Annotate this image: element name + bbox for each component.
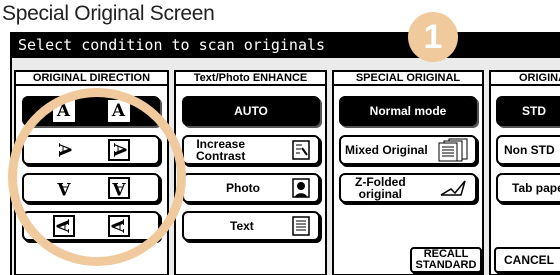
normal-mode-label: Normal mode bbox=[369, 104, 447, 118]
original-direction-heading: ORIGINAL DIRECTION bbox=[14, 70, 169, 86]
z-folded-original-button[interactable]: Z-Folded original bbox=[339, 173, 477, 203]
text-button[interactable]: Text bbox=[182, 211, 320, 241]
increase-contrast-button[interactable]: Increase Contrast bbox=[182, 135, 320, 165]
auto-label: AUTO bbox=[234, 104, 268, 118]
orientation-rotated-right-button[interactable]: A A bbox=[22, 211, 160, 241]
std-size-button[interactable]: STD bbox=[496, 96, 560, 126]
orientation-a-boxed-icon: A bbox=[107, 100, 130, 122]
orientation-rotated-left-button[interactable]: A A bbox=[22, 135, 160, 165]
orientation-right-a-icon: A bbox=[52, 215, 75, 237]
photo-portrait-icon bbox=[292, 178, 310, 198]
orientation-rotated-a-boxed-icon: A bbox=[107, 139, 130, 161]
tab-paper-button[interactable]: Tab paper bbox=[496, 173, 560, 203]
orientation-inverted-a-boxed-icon: A bbox=[107, 177, 130, 199]
normal-mode-button[interactable]: Normal mode bbox=[339, 96, 477, 126]
control-panel-screen: Select condition to scan originals ORIGI… bbox=[10, 32, 560, 275]
photo-label: Photo bbox=[226, 181, 260, 195]
page-title: Special Original Screen bbox=[2, 2, 215, 25]
contrast-document-icon bbox=[292, 140, 310, 160]
increase-contrast-label: Increase Contrast bbox=[196, 137, 246, 163]
mixed-original-stack-icon bbox=[438, 138, 468, 162]
non-std-size-button[interactable]: Non STD bbox=[496, 135, 560, 165]
special-original-heading: SPECIAL ORIGINAL bbox=[332, 70, 484, 86]
orientation-upright-button[interactable]: A A bbox=[22, 96, 160, 126]
photo-button[interactable]: Photo bbox=[182, 173, 320, 203]
std-size-label: STD bbox=[522, 104, 546, 118]
text-photo-enhance-heading: Text/Photo ENHANCE bbox=[174, 70, 327, 86]
cancel-button[interactable]: CANCEL bbox=[494, 247, 560, 273]
orientation-a-icon: A bbox=[52, 100, 75, 122]
mixed-original-label: Mixed Original bbox=[345, 143, 428, 157]
recall-standard-button[interactable]: RECALL STANDARD bbox=[410, 247, 482, 273]
original-size-heading: ORIGINAL bbox=[489, 70, 560, 86]
orientation-right-a-boxed-icon: A bbox=[107, 215, 130, 237]
orientation-inverted-button[interactable]: A A bbox=[22, 173, 160, 203]
cancel-label: CANCEL bbox=[504, 252, 554, 267]
text-label: Text bbox=[230, 219, 254, 233]
tab-paper-label: Tab paper bbox=[512, 181, 560, 195]
z-fold-paper-icon bbox=[440, 180, 466, 196]
recall-standard-label: RECALL STANDARD bbox=[415, 248, 477, 271]
auto-button[interactable]: AUTO bbox=[182, 96, 320, 126]
screen-header: Select condition to scan originals bbox=[12, 34, 560, 58]
mixed-original-button[interactable]: Mixed Original bbox=[339, 135, 477, 165]
orientation-rotated-a-icon: A bbox=[53, 143, 74, 157]
z-folded-original-label: Z-Folded original bbox=[355, 175, 406, 201]
orientation-inverted-a-icon: A bbox=[56, 178, 71, 198]
text-document-icon bbox=[292, 216, 310, 236]
non-std-size-label: Non STD bbox=[504, 143, 555, 157]
step-number-badge: 1 bbox=[408, 12, 458, 62]
